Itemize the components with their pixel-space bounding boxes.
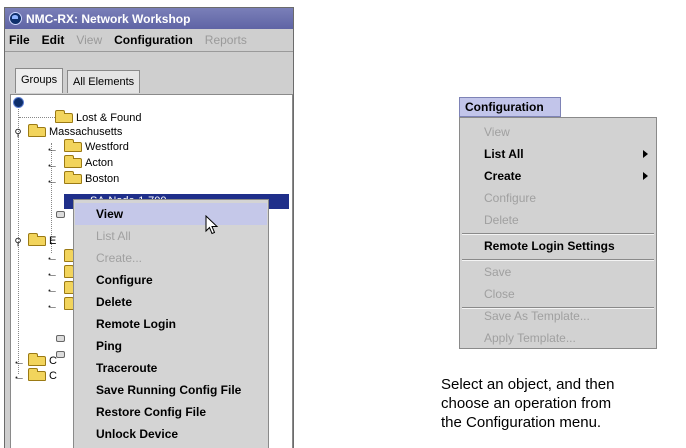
expand-toggle[interactable]	[46, 286, 56, 296]
folder-icon	[28, 368, 46, 381]
config-menu-save: Save	[484, 265, 512, 279]
config-menu-list-all-label: List All	[484, 147, 524, 161]
caption-line: Select an object, and then	[441, 376, 615, 393]
ctx-menu-traceroute[interactable]: Traceroute	[75, 357, 267, 379]
expand-toggle[interactable]	[46, 270, 56, 280]
tree-item-massachusetts[interactable]: Massachusetts	[28, 124, 123, 139]
device-icon	[56, 351, 65, 358]
tree-item-group-c1[interactable]: C	[28, 353, 57, 368]
folder-icon	[28, 233, 46, 246]
config-menu-list-all[interactable]: List All	[460, 143, 656, 165]
tree-item-label: Westford	[85, 141, 129, 153]
tree-item-group-c2[interactable]: C	[28, 368, 57, 383]
config-menu-apply-template: Apply Template...	[484, 331, 576, 345]
config-menu-view: View	[484, 125, 510, 139]
config-menu-delete: Delete	[484, 213, 519, 227]
menu-file[interactable]: File	[9, 33, 30, 47]
tree-item-westford[interactable]: Westford	[64, 139, 129, 154]
tree-item-label: Lost & Found	[76, 112, 142, 124]
folder-icon	[64, 139, 82, 152]
ctx-menu-delete[interactable]: Delete	[75, 291, 267, 313]
menu-configuration[interactable]: Configuration	[114, 33, 193, 47]
expand-toggle[interactable]	[46, 254, 56, 264]
expand-toggle[interactable]	[46, 145, 56, 155]
tree-item-lost-found[interactable]: Lost & Found	[55, 110, 142, 125]
ctx-menu-ping[interactable]: Ping	[75, 335, 267, 357]
folder-icon	[64, 155, 82, 168]
window-title: NMC-RX: Network Workshop	[26, 11, 191, 26]
title-bar[interactable]: NMC-RX: Network Workshop	[5, 8, 293, 29]
config-menu-configure: Configure	[484, 191, 537, 205]
device-icon	[56, 211, 65, 218]
expand-toggle[interactable]	[46, 161, 56, 171]
caption-line: choose an operation from	[441, 395, 612, 412]
tree-item-group-e[interactable]: E	[28, 233, 57, 248]
caption-line: the Configuration menu.	[441, 414, 602, 431]
tree-item-acton[interactable]: Acton	[64, 155, 114, 170]
collapse-toggle[interactable]	[13, 237, 23, 247]
configuration-menu-title[interactable]: Configuration	[459, 97, 561, 117]
expand-toggle[interactable]	[46, 302, 56, 312]
ctx-menu-view[interactable]: View	[75, 203, 267, 225]
instruction-caption: Select an object, and then choose an ope…	[441, 375, 686, 432]
tree-item-label: C	[49, 370, 57, 382]
config-menu-close: Close	[484, 287, 515, 301]
tree-item-label: E	[49, 235, 57, 247]
submenu-arrow-icon	[643, 150, 648, 158]
menu-bar: File Edit View Configuration Reports	[5, 29, 293, 52]
collapse-toggle[interactable]	[13, 128, 23, 138]
config-menu-create-label: Create	[484, 169, 522, 183]
submenu-arrow-icon	[643, 172, 648, 180]
tree-item-label: Acton	[85, 157, 114, 169]
menu-reports: Reports	[204, 33, 247, 47]
ctx-menu-remote-login[interactable]: Remote Login	[75, 313, 267, 335]
app-logo-icon	[9, 12, 22, 25]
network-root-icon[interactable]	[13, 97, 24, 108]
expand-toggle[interactable]	[46, 177, 56, 187]
ctx-menu-unlock-device[interactable]: Unlock Device	[75, 423, 267, 445]
tree-item-label: Boston	[85, 173, 120, 185]
tab-strip: Groups All Elements	[5, 52, 293, 94]
device-icon	[56, 335, 65, 342]
config-menu-create[interactable]: Create	[460, 165, 656, 187]
folder-icon	[28, 353, 46, 366]
menu-edit[interactable]: Edit	[42, 33, 65, 47]
config-menu-save-as-template: Save As Template...	[484, 309, 590, 323]
tree-item-boston[interactable]: Boston	[64, 171, 120, 186]
ctx-menu-list-all: List All	[96, 229, 131, 243]
tree-connector	[19, 117, 55, 118]
tree-item-label: C	[49, 355, 57, 367]
context-menu: View List All Create... Configure Delete…	[73, 199, 269, 448]
folder-icon	[28, 124, 46, 137]
mouse-pointer-icon	[205, 215, 219, 235]
tab-all-elements[interactable]: All Elements	[67, 70, 141, 93]
configuration-dropdown: View List All Create Configure Delete Re…	[459, 117, 657, 349]
ctx-menu-restore-config[interactable]: Restore Config File	[75, 401, 267, 423]
tab-groups[interactable]: Groups	[15, 68, 64, 93]
expand-toggle[interactable]	[13, 373, 23, 383]
tree-item-label: Massachusetts	[49, 126, 123, 138]
ctx-menu-configure[interactable]: Configure	[75, 269, 267, 291]
ctx-menu-save-running-config[interactable]: Save Running Config File	[75, 379, 267, 401]
expand-toggle[interactable]	[13, 358, 23, 368]
menu-view: View	[76, 33, 103, 47]
folder-icon	[55, 110, 73, 123]
config-menu-remote-login-settings[interactable]: Remote Login Settings	[460, 235, 656, 257]
folder-icon	[64, 171, 82, 184]
ctx-menu-create: Create...	[96, 251, 143, 265]
